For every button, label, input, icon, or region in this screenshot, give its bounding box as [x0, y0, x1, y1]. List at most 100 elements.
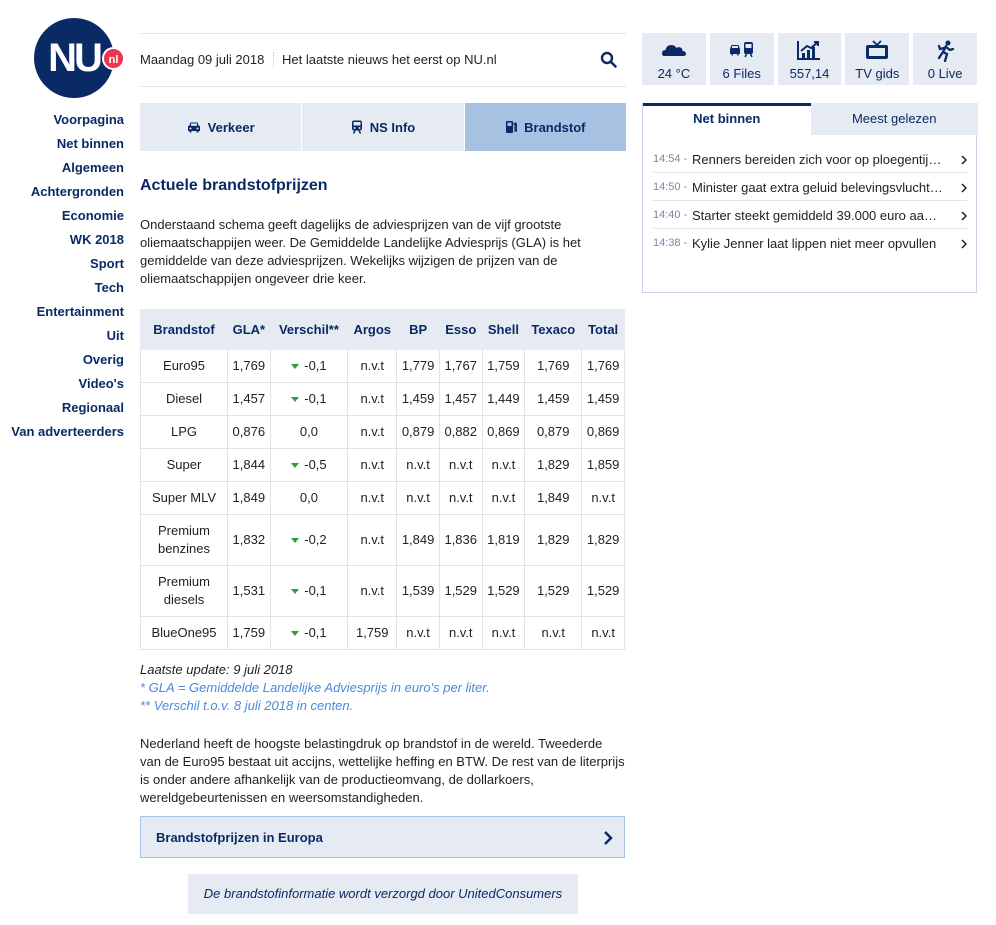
cell-esso: n.v.t — [438, 616, 483, 650]
tab-net-binnen[interactable]: Net binnen — [643, 103, 811, 135]
nav-item-entertainment[interactable]: Entertainment — [11, 300, 124, 324]
cell-texaco: 1,849 — [524, 481, 583, 515]
cell-argos: n.v.t — [347, 481, 398, 515]
tab-verkeer-label: Verkeer — [207, 119, 255, 135]
news-item[interactable]: 14:50 - Minister gaat extra geluid belev… — [653, 173, 967, 201]
col-gla: GLA* — [227, 309, 271, 350]
nav-item-videos[interactable]: Video's — [11, 372, 124, 396]
nav-item-uit[interactable]: Uit — [11, 324, 124, 348]
cell-texaco: 1,769 — [524, 349, 583, 383]
table-notes: Laatste update: 9 juli 2018 * GLA = Gemi… — [140, 661, 626, 715]
col-verschil: Verschil** — [269, 309, 349, 350]
diff-value: -0,1 — [304, 391, 327, 406]
nav-item-economie[interactable]: Economie — [11, 204, 124, 228]
cell-shell: 1,529 — [481, 565, 526, 617]
tagline: Het laatste nieuws het eerst op NU.nl — [282, 52, 497, 67]
down-arrow-icon — [291, 364, 300, 370]
table-row: Super 1,844 -0,5 n.v.t n.v.t n.v.t n.v.t 1,829 1… — [140, 448, 625, 482]
europa-prices-link[interactable]: Brandstofprijzen in Europa — [140, 816, 625, 858]
cell-gla: 1,457 — [227, 382, 271, 416]
cell-gla: 1,759 — [227, 616, 271, 650]
cell-argos: n.v.t — [347, 565, 398, 617]
nav-item-achtergronden[interactable]: Achtergronden — [11, 180, 124, 204]
cell-gla: 0,876 — [227, 415, 271, 449]
table-row: BlueOne95 1,759 -0,1 1,759 n.v.t n.v.t n.v.t n.… — [140, 616, 625, 650]
cell-verschil: -0,1 — [269, 349, 349, 383]
cell-gla: 1,531 — [227, 565, 271, 617]
fuel-price-table: Brandstof GLA* Verschil** Argos BP Esso … — [140, 309, 625, 650]
news-headline: Minister gaat extra geluid belevingsvluc… — [692, 180, 944, 195]
cell-argos: n.v.t — [347, 514, 398, 566]
weather-label: 24 °C — [657, 66, 691, 81]
diff-value: 0,0 — [299, 424, 318, 439]
news-time: 14:40 - — [653, 209, 688, 221]
nav-item-tech[interactable]: Tech — [11, 276, 124, 300]
cell-bp: 1,849 — [396, 514, 440, 566]
article: Actuele brandstofprijzen Onderstaand sch… — [140, 177, 626, 807]
cell-total: 0,869 — [581, 415, 625, 449]
nav-item-van-adverteerders[interactable]: Van adverteerders — [11, 420, 124, 444]
weather-widget[interactable]: 24 °C — [642, 33, 706, 85]
cell-shell: n.v.t — [481, 448, 526, 482]
nav-item-regionaal[interactable]: Regionaal — [11, 396, 124, 420]
table-row: LPG 0,876 0,0 n.v.t 0,879 0,882 0,869 0,879 0,86… — [140, 415, 625, 449]
diff-note: ** Verschil t.o.v. 8 juli 2018 in centen… — [140, 698, 354, 713]
cell-total: n.v.t — [581, 616, 625, 650]
nu-logo[interactable]: NU nl — [34, 18, 125, 98]
news-item[interactable]: 14:38 - Kylie Jenner laat lippen niet me… — [653, 229, 967, 257]
tv-guide-label: TV gids — [855, 66, 900, 81]
down-arrow-icon — [291, 538, 300, 544]
down-arrow-icon — [291, 463, 300, 469]
cell-bp: 1,779 — [396, 349, 440, 383]
live-widget[interactable]: 0 Live — [913, 33, 977, 85]
diff-value: -0,1 — [304, 625, 327, 640]
tab-verkeer[interactable]: Verkeer — [140, 103, 303, 151]
news-headline: Starter steekt gemiddeld 39.000 euro aan… — [692, 208, 944, 223]
cell-shell: 1,449 — [481, 382, 526, 416]
table-row: Premium diesels 1,531 -0,1 n.v.t 1,539 1,529 1… — [140, 565, 625, 617]
table-row: Euro95 1,769 -0,1 n.v.t 1,779 1,767 1,759 1,769… — [140, 349, 625, 383]
nav-item-wk-2018[interactable]: WK 2018 — [11, 228, 124, 252]
tab-brandstof-label: Brandstof — [524, 119, 586, 135]
cell-fuel: Super — [140, 448, 228, 482]
news-time: 14:50 - — [653, 181, 688, 193]
cell-gla: 1,769 — [227, 349, 271, 383]
tv-guide-widget[interactable]: TV gids — [845, 33, 910, 85]
tax-paragraph: Nederland heeft de hoogste belastingdruk… — [140, 736, 625, 805]
nav-item-voorpagina[interactable]: Voorpagina — [11, 108, 124, 132]
nav-item-net-binnen[interactable]: Net binnen — [11, 132, 124, 156]
cell-shell: 1,819 — [481, 514, 526, 566]
search-icon[interactable] — [600, 51, 618, 69]
top-bar: Maandag 09 juli 2018 Het laatste nieuws … — [140, 33, 626, 87]
tab-brandstof[interactable]: Brandstof — [464, 103, 626, 151]
news-time: 14:38 - — [653, 237, 688, 249]
nav-item-algemeen[interactable]: Algemeen — [11, 156, 124, 180]
intro-text: Onderstaand schema geeft dagelijks de ad… — [140, 217, 581, 286]
cell-verschil: -0,5 — [269, 448, 349, 482]
cell-bp: n.v.t — [396, 448, 440, 482]
news-headline: Renners bereiden zich voor op ploegentij… — [692, 152, 944, 167]
nav-item-sport[interactable]: Sport — [11, 252, 124, 276]
chevron-right-icon — [961, 183, 967, 193]
col-brandstof: Brandstof — [140, 309, 228, 350]
traffic-widget[interactable]: 6 Files — [709, 33, 774, 85]
cell-esso: n.v.t — [438, 481, 483, 515]
nav-item-overig[interactable]: Overig — [11, 348, 124, 372]
tab-ns-info[interactable]: NS Info — [302, 103, 465, 151]
news-list: 14:54 - Renners bereiden zich voor op pl… — [653, 145, 967, 257]
cell-texaco: 1,829 — [524, 514, 583, 566]
cell-total: 1,829 — [581, 514, 625, 566]
stock-widget[interactable]: 557,14 — [777, 33, 842, 85]
news-item[interactable]: 14:40 - Starter steekt gemiddeld 39.000 … — [653, 201, 967, 229]
news-item[interactable]: 14:54 - Renners bereiden zich voor op pl… — [653, 145, 967, 173]
cell-esso: 1,767 — [438, 349, 483, 383]
cell-argos: 1,759 — [347, 616, 398, 650]
tab-meest-gelezen[interactable]: Meest gelezen — [810, 103, 978, 135]
running-icon — [937, 40, 955, 62]
cell-esso: 1,529 — [438, 565, 483, 617]
stock-label: 557,14 — [789, 66, 830, 81]
page-title: Actuele brandstofprijzen — [140, 177, 328, 194]
cell-bp: n.v.t — [396, 616, 440, 650]
cell-texaco: 0,879 — [524, 415, 583, 449]
cell-fuel: Euro95 — [140, 349, 228, 383]
